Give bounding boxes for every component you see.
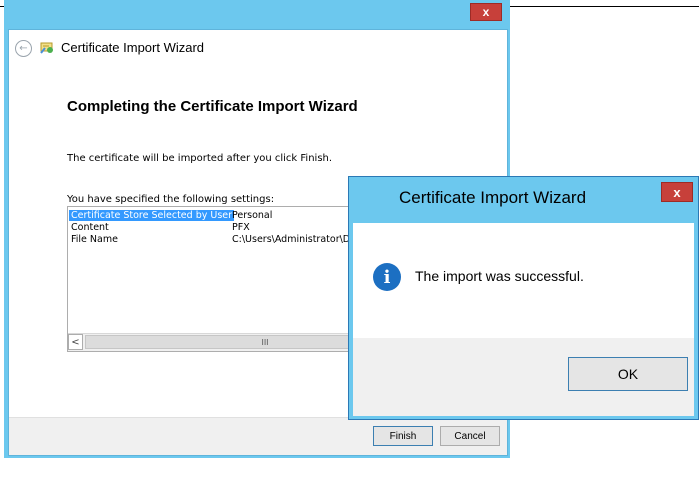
wizard-close-button[interactable]: x xyxy=(470,3,502,21)
setting-value: PFX xyxy=(232,221,250,233)
message-box-title: Certificate Import Wizard xyxy=(399,188,587,207)
cancel-button[interactable]: Cancel xyxy=(440,426,500,446)
wizard-header: ← Certificate Import Wizard xyxy=(9,30,507,72)
message-box-titlebar[interactable]: Certificate Import Wizard x xyxy=(349,177,698,221)
finish-button[interactable]: Finish xyxy=(373,426,433,446)
back-arrow-glyph: ← xyxy=(19,43,28,54)
scroll-left-icon[interactable]: < xyxy=(68,334,83,350)
certificate-icon xyxy=(40,42,53,54)
message-box-body: i The import was successful. xyxy=(353,223,694,338)
wizard-heading: Completing the Certificate Import Wizard xyxy=(67,98,358,115)
wizard-info-text: The certificate will be imported after y… xyxy=(67,153,333,164)
ok-button[interactable]: OK xyxy=(568,357,688,391)
close-icon: x xyxy=(482,5,490,19)
message-box-close-button[interactable]: x xyxy=(661,182,693,202)
setting-key: Content xyxy=(71,221,109,233)
message-text: The import was successful. xyxy=(415,268,584,284)
wizard-title: Certificate Import Wizard xyxy=(61,40,205,55)
setting-key: Certificate Store Selected by User xyxy=(69,209,235,221)
message-box: Certificate Import Wizard x i The import… xyxy=(348,176,699,420)
setting-key: File Name xyxy=(71,233,118,245)
setting-value: Personal xyxy=(232,209,273,221)
settings-label: You have specified the following setting… xyxy=(67,194,275,205)
close-icon: x xyxy=(673,184,681,200)
setting-value: C:\Users\Administrator\D xyxy=(232,233,351,245)
info-icon: i xyxy=(373,263,401,291)
wizard-footer: Finish Cancel xyxy=(9,417,507,455)
message-box-footer: OK xyxy=(353,338,694,416)
back-arrow-icon[interactable]: ← xyxy=(15,40,32,57)
